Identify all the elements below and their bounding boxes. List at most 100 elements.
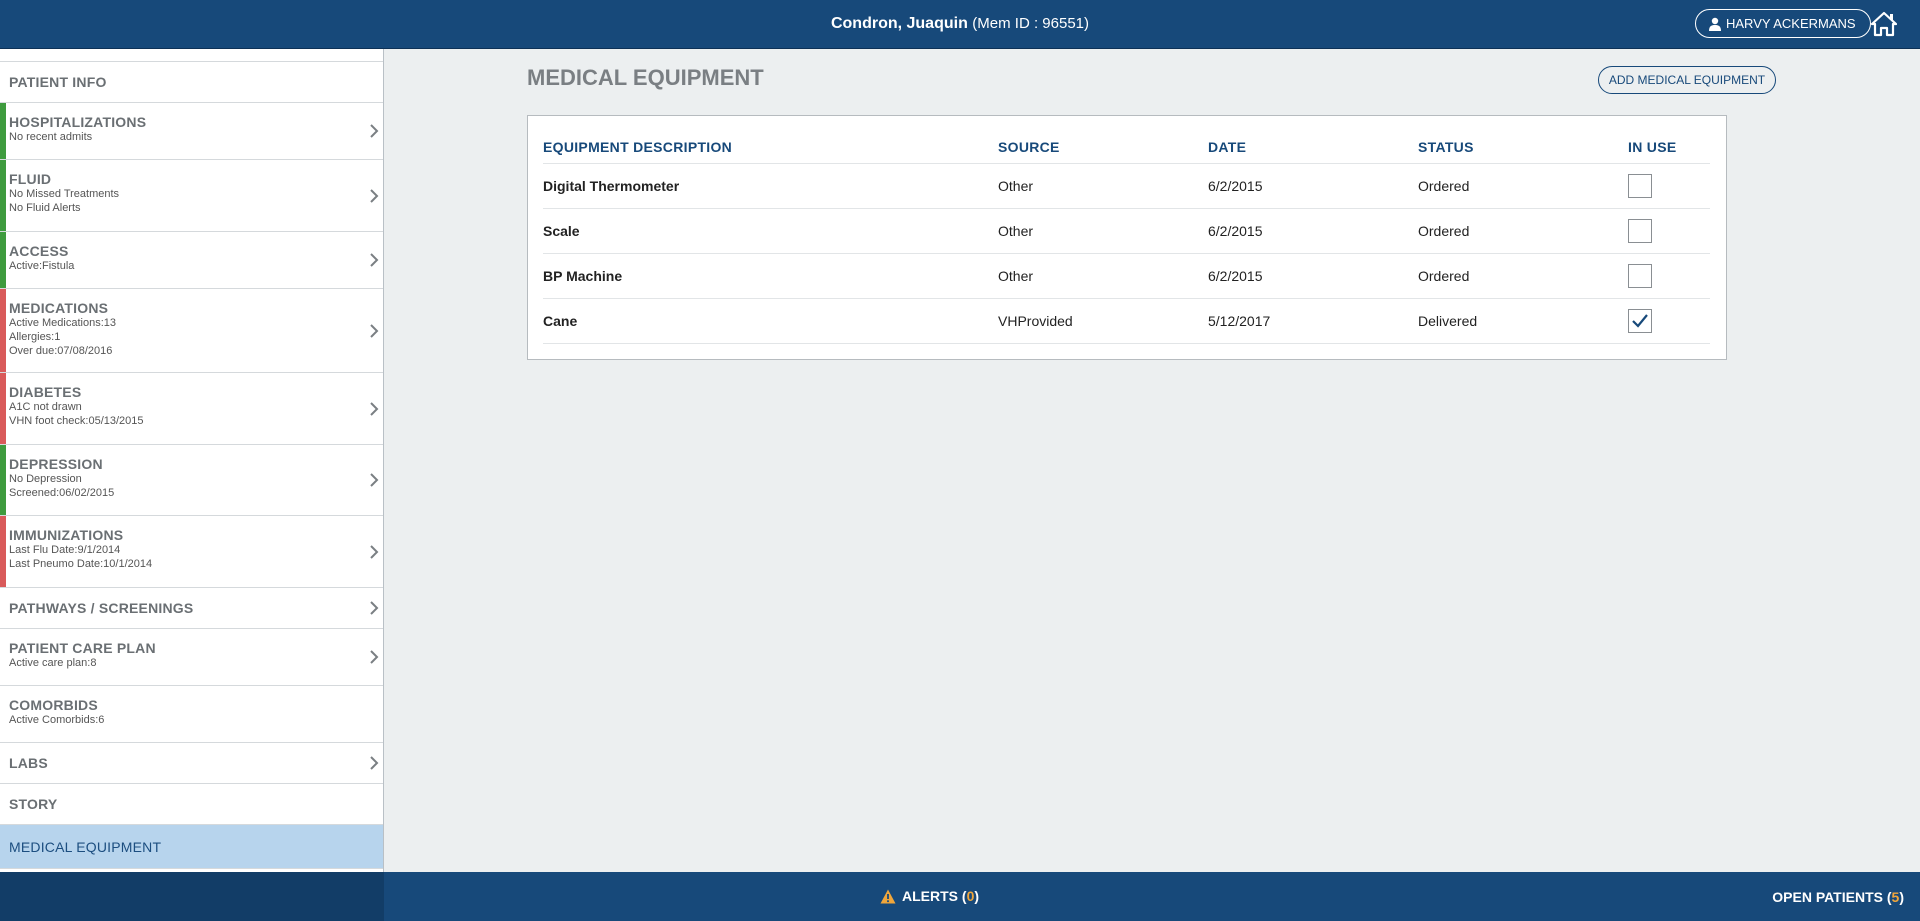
cell-date: 6/2/2015 [1208,253,1418,299]
sidebar-item-detail: No Fluid Alerts [9,202,81,214]
sidebar-item-detail: Active:Fistula [9,260,75,272]
sidebar-item-title: ACCESS [9,243,69,259]
status-indicator-red [0,516,6,587]
status-indicator-green [0,160,6,231]
sidebar-item-medical-equipment[interactable]: MEDICAL EQUIPMENT [0,825,383,869]
sidebar-item-fluid[interactable]: FLUID No Missed Treatments No Fluid Alerts [0,160,383,232]
status-indicator-green [0,232,6,288]
cell-description: BP Machine [543,253,998,299]
cell-date: 5/12/2017 [1208,298,1418,344]
sidebar-item-patient-info[interactable]: PATIENT INFO [0,62,383,103]
column-header-date: DATE [1208,131,1418,164]
user-button[interactable]: HARVY ACKERMANS [1695,9,1871,38]
alerts-label: ALERTS [902,888,958,904]
patient-header: Condron, Juaquin (Mem ID : 96551) [0,15,1920,33]
cell-in-use [1628,208,1710,254]
table-row: Digital Thermometer Other 6/2/2015 Ordered [543,163,1710,209]
alerts-count: 0 [966,888,975,904]
column-header-status: STATUS [1418,131,1628,164]
bottom-bar-left-block [0,872,384,921]
sidebar-item-title: FLUID [9,171,52,187]
sidebar-item-title: DEPRESSION [9,456,103,472]
user-name: HARVY ACKERMANS [1726,16,1856,31]
open-patients-paren-close: ) [1899,889,1904,905]
cell-source: VHProvided [998,298,1208,344]
table-header-row: EQUIPMENT DESCRIPTION SOURCE DATE STATUS… [543,131,1710,164]
cell-description: Scale [543,208,998,254]
sidebar-item-title: STORY [9,796,58,812]
sidebar-item-access[interactable]: ACCESS Active:Fistula [0,232,383,289]
open-patients-button[interactable]: OPEN PATIENTS (5) [1772,889,1904,905]
cell-description: Digital Thermometer [543,163,998,209]
sidebar-item-title: PATIENT INFO [9,74,107,90]
sidebar-item-medications[interactable]: MEDICATIONS Active Medications:13 Allergie… [0,289,383,373]
chevron-right-icon [370,188,379,203]
sidebar-item-labs[interactable]: LABS [0,743,383,784]
sidebar-item-patient-care-plan[interactable]: PATIENT CARE PLAN Active care plan:8 [0,629,383,686]
sidebar-item-detail: Last Pneumo Date:10/1/2014 [9,558,153,570]
equipment-table: EQUIPMENT DESCRIPTION SOURCE DATE STATUS… [543,131,1710,344]
warning-icon [880,889,896,903]
sidebar-item-detail: Active care plan:8 [9,657,97,669]
sidebar-item-story[interactable]: STORY [0,784,383,825]
sidebar-item-title: IMMUNIZATIONS [9,527,124,543]
sidebar-item-detail: Screened:06/02/2015 [9,487,115,499]
chevron-right-icon [370,473,379,487]
home-icon[interactable] [1871,11,1897,37]
sidebar-item-detail: Active Medications:13 [9,317,116,329]
column-header-in-use: IN USE [1628,131,1710,164]
chevron-right-icon [370,601,379,615]
chevron-right-icon [370,253,379,267]
alerts-paren-close: ) [974,888,980,904]
sidebar-item-detail: A1C not drawn [9,401,82,413]
sidebar-item-detail: No Missed Treatments [9,188,120,200]
cell-source: Other [998,208,1208,254]
sidebar-item-comorbids[interactable]: COMORBIDS Active Comorbids:6 [0,686,383,743]
sidebar-item-detail: No Depression [9,473,82,485]
cell-status: Ordered [1418,208,1628,254]
cell-status: Ordered [1418,253,1628,299]
sidebar-item-immunizations[interactable]: IMMUNIZATIONS Last Flu Date:9/1/2014 Last … [0,516,383,588]
status-indicator-red [0,373,6,444]
sidebar-item-title: HOSPITALIZATIONS [9,114,147,130]
column-header-description: EQUIPMENT DESCRIPTION [543,131,998,164]
sidebar-item-title: MEDICATIONS [9,300,109,316]
sidebar-item-diabetes[interactable]: DIABETES A1C not drawn VHN foot check:05/1… [0,373,383,445]
cell-description: Cane [543,298,998,344]
user-icon [1709,17,1721,31]
page-title: MEDICAL EQUIPMENT [527,65,764,90]
cell-status: Ordered [1418,163,1628,209]
status-indicator-green [0,103,6,159]
sidebar-item-detail: No recent admits [9,131,93,143]
table-row: BP Machine Other 6/2/2015 Ordered [543,253,1710,299]
equipment-panel: EQUIPMENT DESCRIPTION SOURCE DATE STATUS… [527,115,1727,360]
sidebar: PATIENT INFO HOSPITALIZATIONS No recent ad… [0,49,384,872]
status-indicator-green [0,445,6,515]
column-header-source: SOURCE [998,131,1208,164]
sidebar-top-divider [0,49,383,62]
sidebar-item-detail: Over due:07/08/2016 [9,345,113,357]
sidebar-item-title: PATIENT CARE PLAN [9,640,156,656]
sidebar-item-depression[interactable]: DEPRESSION No Depression Screened:06/02/20… [0,445,383,516]
chevron-right-icon [370,401,379,416]
chevron-right-icon [370,544,379,559]
cell-in-use [1628,163,1710,209]
cell-in-use [1628,253,1710,299]
sidebar-item-title: DIABETES [9,384,82,400]
alerts-button[interactable]: ALERTS (0) [880,888,979,904]
open-patients-label: OPEN PATIENTS [1772,889,1883,905]
member-id: (Mem ID : 96551) [972,15,1090,32]
sidebar-item-detail: Last Flu Date:9/1/2014 [9,544,121,556]
checkmark-icon [1632,314,1648,328]
sidebar-item-hospitalizations[interactable]: HOSPITALIZATIONS No recent admits [0,103,383,160]
status-indicator-red [0,289,6,372]
add-medical-equipment-button[interactable]: ADD MEDICAL EQUIPMENT [1598,66,1776,94]
in-use-checkbox[interactable] [1628,264,1652,288]
chevron-right-icon [370,323,379,338]
cell-in-use [1628,298,1710,344]
in-use-checkbox[interactable] [1628,309,1652,333]
top-bar: Condron, Juaquin (Mem ID : 96551) HARVY … [0,0,1920,49]
in-use-checkbox[interactable] [1628,219,1652,243]
sidebar-item-pathways-screenings[interactable]: PATHWAYS / SCREENINGS [0,588,383,629]
in-use-checkbox[interactable] [1628,174,1652,198]
